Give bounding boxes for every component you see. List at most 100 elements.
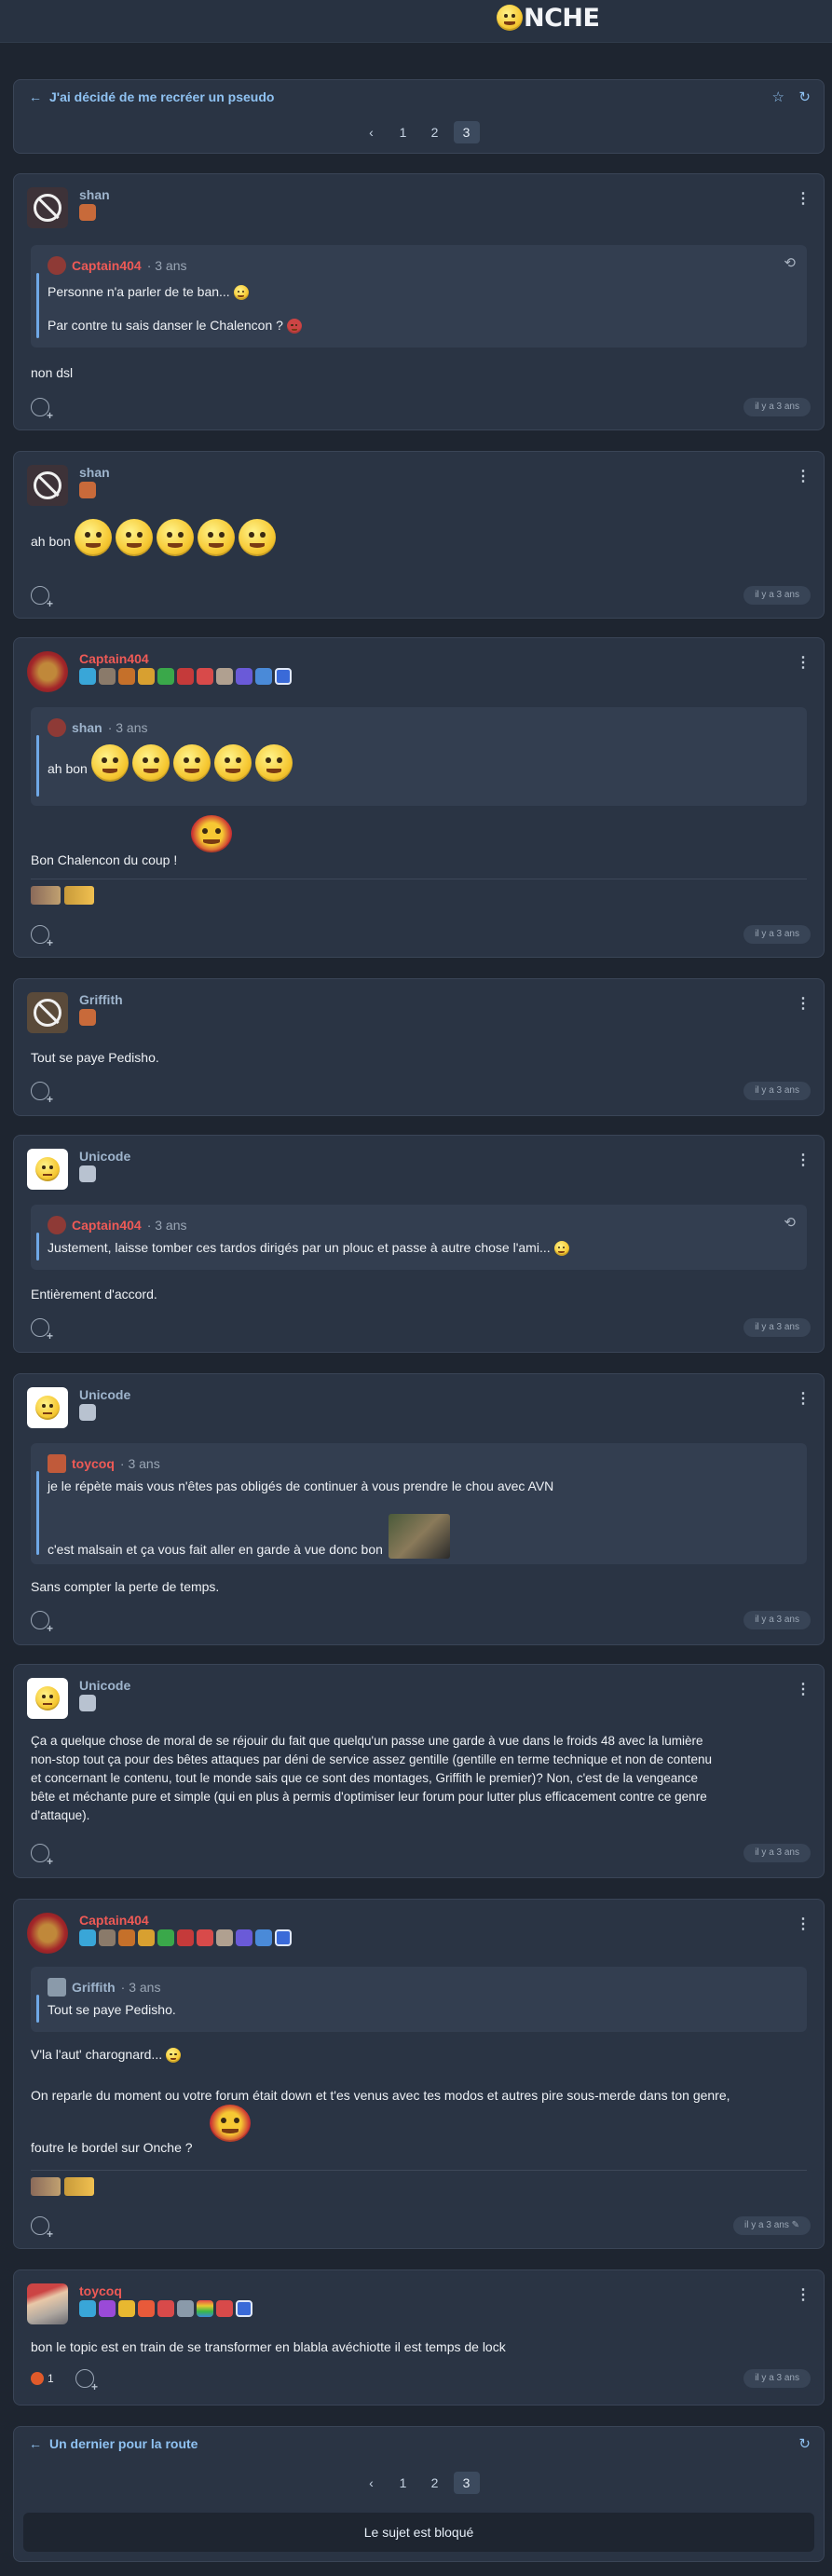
post-menu-icon[interactable]: ⋮	[796, 994, 811, 1013]
post-text-line: On reparle du moment ou votre forum étai…	[31, 2088, 730, 2103]
badge-icon	[255, 668, 272, 685]
page-prev-button[interactable]: ‹	[359, 2472, 385, 2494]
avatar[interactable]	[27, 1678, 68, 1719]
page-3-button[interactable]: 3	[453, 121, 480, 143]
quote-author[interactable]: Captain404	[72, 1218, 142, 1233]
badge-icon	[177, 668, 194, 685]
badge-icon	[157, 668, 174, 685]
quote-author[interactable]: toycoq	[72, 1456, 115, 1471]
reaction-emoji-icon	[31, 2372, 44, 2385]
post-text-line: d'attaque).	[31, 1808, 90, 1822]
post-time: il y a 3 ans	[743, 1844, 811, 1862]
badge-icon	[197, 2300, 213, 2317]
add-reaction-icon[interactable]	[75, 2369, 98, 2393]
author-name[interactable]: Unicode	[79, 1149, 130, 1164]
avatar[interactable]	[27, 187, 68, 228]
quote-line: ah bon	[48, 761, 88, 776]
add-reaction-icon[interactable]	[31, 1611, 53, 1635]
page-prev-button[interactable]: ‹	[359, 121, 385, 143]
avatar[interactable]	[27, 992, 68, 1033]
avatar[interactable]	[27, 651, 68, 692]
page-1-button[interactable]: 1	[390, 121, 416, 143]
reaction-chip[interactable]: 1	[31, 2369, 54, 2388]
quote-avatar[interactable]	[48, 1454, 66, 1473]
signature-image	[31, 886, 61, 905]
quote-avatar[interactable]	[48, 256, 66, 275]
quote-line: c'est malsain et ça vous fait aller en g…	[48, 1542, 383, 1557]
page-3-button[interactable]: 3	[453, 2472, 480, 2494]
quote-avatar[interactable]	[48, 718, 66, 737]
quote-author[interactable]: Captain404	[72, 258, 142, 273]
post-menu-icon[interactable]: ⋮	[796, 1680, 811, 1698]
badge-icon	[177, 2300, 194, 2317]
post-menu-icon[interactable]: ⋮	[796, 467, 811, 485]
author-name[interactable]: Griffith	[79, 992, 123, 1007]
badges	[79, 1165, 96, 1182]
page-2-button[interactable]: 2	[422, 2472, 448, 2494]
quote-author[interactable]: shan	[72, 720, 102, 735]
badge-icon	[236, 1929, 252, 1946]
thinking-smiley-icon	[197, 519, 235, 556]
badges	[79, 1404, 96, 1421]
signature-image	[64, 886, 94, 905]
post-menu-icon[interactable]: ⋮	[796, 1915, 811, 1933]
rank-badge-icon	[79, 482, 96, 498]
badges	[79, 482, 96, 498]
avatar[interactable]	[27, 1913, 68, 1954]
post: Captain404 ⋮ shan · 3 ans ah bon Bon Cha…	[13, 637, 825, 958]
add-reaction-icon[interactable]	[31, 1082, 53, 1106]
avatar[interactable]	[27, 2283, 68, 2324]
post-menu-icon[interactable]: ⋮	[796, 2285, 811, 2304]
quote-author[interactable]: Griffith	[72, 1980, 116, 1995]
quote-avatar[interactable]	[48, 1216, 66, 1234]
avatar[interactable]	[27, 1387, 68, 1428]
quote-avatar[interactable]	[48, 1978, 66, 1997]
badge-icon	[79, 1929, 96, 1946]
post-menu-icon[interactable]: ⋮	[796, 1151, 811, 1169]
site-header: NCHE	[0, 0, 832, 43]
quote-text: Personne n'a parler de te ban...	[48, 282, 249, 301]
history-icon[interactable]: ⟲	[784, 1214, 796, 1231]
history-icon[interactable]: ⟲	[784, 254, 796, 271]
banned-icon	[27, 465, 68, 506]
add-reaction-icon[interactable]	[31, 2216, 53, 2241]
badge-icon	[236, 668, 252, 685]
author-name[interactable]: Unicode	[79, 1387, 130, 1402]
refresh-icon[interactable]: ↻	[798, 89, 811, 105]
laughing-smiley-icon	[74, 519, 112, 556]
badge-icon	[99, 668, 116, 685]
favorite-star-icon[interactable]: ☆	[772, 89, 784, 105]
site-logo[interactable]: NCHE	[497, 2, 600, 34]
next-topic-link[interactable]: ← Un dernier pour la route	[29, 2436, 198, 2451]
post-time: il y a 3 ans ✎	[733, 2216, 811, 2235]
page-2-button[interactable]: 2	[422, 121, 448, 143]
add-reaction-icon[interactable]	[31, 1318, 53, 1343]
post-menu-icon[interactable]: ⋮	[796, 653, 811, 672]
avatar[interactable]	[27, 1149, 68, 1190]
laughing-smiley-icon	[90, 744, 129, 782]
add-reaction-icon[interactable]	[31, 586, 53, 610]
badge-icon	[216, 668, 233, 685]
add-reaction-icon[interactable]	[31, 1844, 53, 1868]
refresh-icon[interactable]: ↻	[798, 2435, 811, 2452]
post: shan ⋮ Captain404 · 3 ans ⟲ Personne n'a…	[13, 173, 825, 430]
badge-icon	[118, 2300, 135, 2317]
author-name[interactable]: Captain404	[79, 651, 149, 666]
topic-title-link[interactable]: ← J'ai décidé de me recréer un pseudo	[29, 89, 274, 104]
post-menu-icon[interactable]: ⋮	[796, 189, 811, 208]
topic-header: ← J'ai décidé de me recréer un pseudo ☆ …	[13, 79, 825, 154]
badge-icon	[275, 668, 292, 685]
quote-time: · 3 ans	[146, 258, 187, 273]
add-reaction-icon[interactable]	[31, 925, 53, 949]
author-name[interactable]: shan	[79, 465, 110, 480]
avatar[interactable]	[27, 465, 68, 506]
quote-text: Justement, laisse tomber ces tardos diri…	[48, 1238, 569, 1257]
author-name[interactable]: toycoq	[79, 2283, 122, 2298]
add-reaction-icon[interactable]	[31, 398, 53, 422]
author-name[interactable]: Captain404	[79, 1913, 149, 1928]
author-name[interactable]: Unicode	[79, 1678, 130, 1693]
page-1-button[interactable]: 1	[390, 2472, 416, 2494]
author-name[interactable]: shan	[79, 187, 110, 202]
badges	[79, 668, 292, 685]
post-menu-icon[interactable]: ⋮	[796, 1389, 811, 1408]
